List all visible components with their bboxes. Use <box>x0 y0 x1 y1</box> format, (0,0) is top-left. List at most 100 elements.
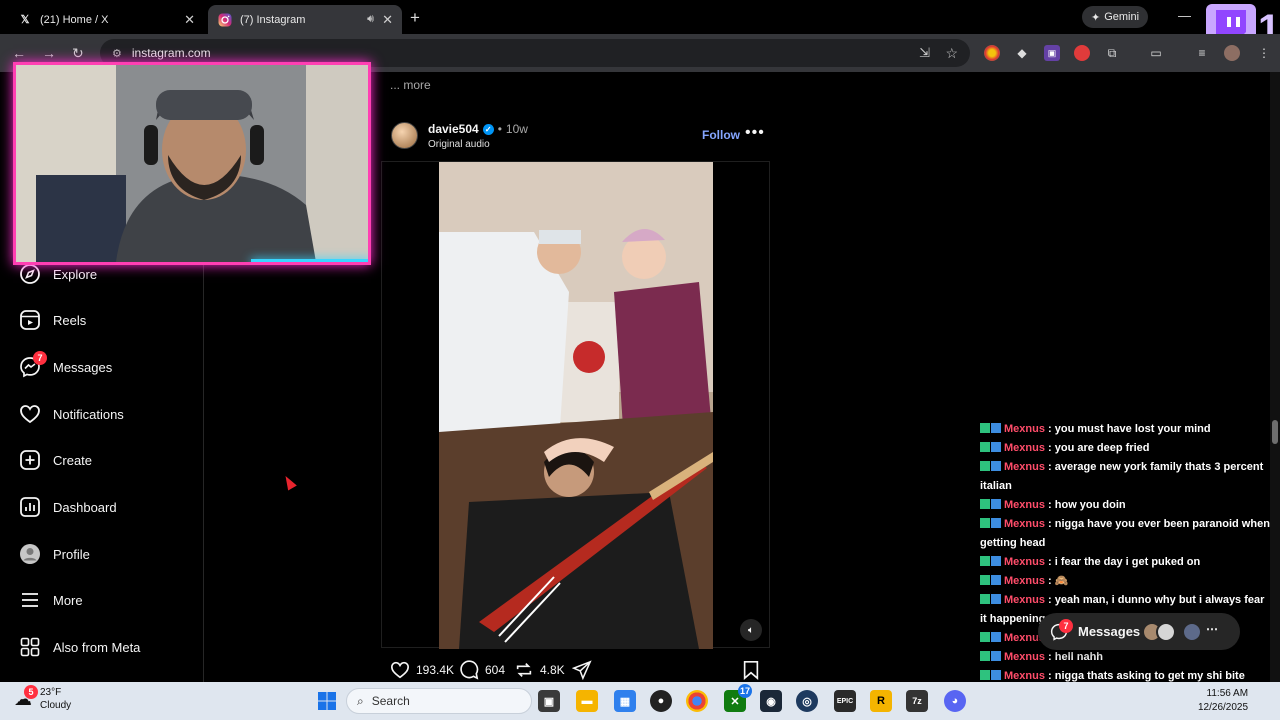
repost-button[interactable]: 4.8K <box>514 660 565 680</box>
sidebar-item-label: Explore <box>53 266 98 282</box>
chat-text: how you doin <box>1054 499 1126 511</box>
sparkle-icon: ✦ <box>1090 11 1101 24</box>
chat-badge-icon <box>991 442 1001 452</box>
chat-badge-icon <box>991 651 1001 661</box>
chat-username: Mexnus <box>1004 670 1045 682</box>
xbox-icon[interactable]: ✕ 17 <box>724 684 752 712</box>
chat-badge-icon <box>991 632 1001 642</box>
extensions-puzzle-icon[interactable]: ⧉ <box>1104 45 1120 61</box>
chat-badge-icon <box>980 461 990 471</box>
post-author-avatar[interactable] <box>391 122 418 149</box>
sidebar-item-dashboard[interactable]: Dashboard <box>18 487 117 527</box>
install-app-icon[interactable]: ⇲ <box>919 45 930 61</box>
sound-toggle-icon[interactable]: 🔈︎ <box>740 619 762 641</box>
discord-icon[interactable]: ◕ <box>944 690 966 712</box>
unread-badge: 7 <box>1059 618 1073 633</box>
post-audio-link[interactable]: Original audio <box>428 139 490 150</box>
chat-username: Mexnus <box>1004 594 1045 606</box>
sidebar-item-messages[interactable]: 7 Messages <box>18 347 112 387</box>
send-icon <box>572 660 592 680</box>
site-info-icon[interactable]: ⚙︎ <box>112 47 122 60</box>
comment-button[interactable]: 604 <box>459 660 505 680</box>
app-icon[interactable]: ● <box>650 690 672 712</box>
back-arrow-icon[interactable]: ← <box>12 45 26 61</box>
close-tab-icon[interactable]: ✕ <box>184 12 195 28</box>
extension-color-icon[interactable] <box>984 45 1000 61</box>
windows-taskbar: ☁︎ 5 23°F Cloudy ⌕ Search ▣ ▬ ▦ ● ✕ 17 ◉… <box>0 682 1280 720</box>
chat-username: Mexnus <box>1004 518 1045 530</box>
chat-badge-icon <box>980 632 990 642</box>
scrollbar-thumb[interactable] <box>1272 420 1278 444</box>
tab-instagram[interactable]: (7) Instagram 🔊︎ ✕ <box>208 5 402 34</box>
extension-red-icon[interactable] <box>1074 45 1090 61</box>
tab-title: (21) Home / X <box>40 13 109 26</box>
sidebar-item-reels[interactable]: Reels <box>18 300 86 340</box>
follow-button[interactable]: Follow <box>702 128 740 142</box>
post-video[interactable]: 🔈︎ <box>381 161 770 649</box>
sidebar-item-more[interactable]: More <box>18 580 83 620</box>
gemini-button[interactable]: ✦ Gemini <box>1082 6 1148 28</box>
share-button[interactable] <box>572 660 592 680</box>
messages-pill[interactable]: 7 Messages ⋯ <box>1038 613 1240 650</box>
bookmark-star-icon[interactable]: ☆ <box>945 45 958 62</box>
repost-icon <box>516 663 532 677</box>
comment-count: 604 <box>485 663 506 677</box>
sidebar-item-profile[interactable]: Profile <box>18 534 90 574</box>
store-icon[interactable]: ▦ <box>614 690 636 712</box>
chat-message: Mexnus : i fear the day i get puked on <box>980 553 1272 572</box>
extension-twitch-icon[interactable]: ▣ <box>1044 45 1060 61</box>
taskbar-clock[interactable]: 11:56 AM 12/26/2025 <box>1198 687 1248 715</box>
7zip-icon[interactable]: 7z <box>906 690 928 712</box>
epic-games-icon[interactable]: EPIC <box>834 690 856 712</box>
chat-badge-icon <box>991 575 1001 585</box>
minimize-button[interactable]: — <box>1178 8 1191 23</box>
sidebar-item-label: Profile <box>53 546 90 562</box>
post-username[interactable]: davie504 <box>428 122 479 136</box>
chat-badge-icon <box>980 556 990 566</box>
profile-avatar[interactable] <box>1224 45 1240 61</box>
speaker-icon[interactable]: 🔊︎ <box>367 13 374 26</box>
chat-badge-icon <box>991 423 1001 433</box>
sidebar-item-label: Notifications <box>53 406 124 422</box>
chrome-icon[interactable] <box>686 690 708 712</box>
forward-arrow-icon[interactable]: → <box>42 45 56 61</box>
chat-badge-icon <box>980 423 990 433</box>
weather-condition: Cloudy <box>40 700 72 711</box>
windows-start-icon[interactable] <box>316 690 338 712</box>
weather-widget[interactable]: ☁︎ 5 23°F Cloudy <box>14 684 72 712</box>
task-view-icon[interactable]: ▣ <box>538 690 560 712</box>
chat-badge-icon <box>991 461 1001 471</box>
sidepanel-icon[interactable]: ▭ <box>1148 45 1164 61</box>
repost-count: 4.8K <box>540 663 565 677</box>
chat-username: Mexnus <box>1004 556 1045 568</box>
tab-x-home[interactable]: 𝕏 (21) Home / X ✕ <box>8 5 204 34</box>
chat-text: nigga thats asking to get my shi bite <box>1054 670 1245 682</box>
sidebar-item-notifications[interactable]: Notifications <box>18 394 124 434</box>
extension-diamond-icon[interactable]: ◆ <box>1014 45 1030 61</box>
page-scrollbar[interactable] <box>1270 72 1280 682</box>
ubisoft-icon[interactable]: ◎ <box>796 690 818 712</box>
post-header: davie504 ✓ • 10w <box>428 122 528 136</box>
like-button[interactable]: 193.4K <box>390 660 454 680</box>
rockstar-icon[interactable]: R <box>870 690 892 712</box>
chat-badge-icon <box>991 518 1001 528</box>
avatar <box>1182 622 1202 642</box>
caption-more-link[interactable]: ... more <box>390 78 431 92</box>
sidebar-item-create[interactable]: Create <box>18 440 92 480</box>
more-options-icon[interactable]: ••• <box>745 124 765 142</box>
save-button[interactable] <box>742 660 760 680</box>
sidebar-item-label: Dashboard <box>53 499 117 515</box>
file-explorer-icon[interactable]: ▬ <box>576 690 598 712</box>
reload-icon[interactable]: ↻ <box>72 45 84 62</box>
clock-time: 11:56 AM <box>1206 688 1249 699</box>
chat-message: Mexnus : hell nahh <box>980 648 1272 667</box>
chat-username: Mexnus <box>1004 423 1045 435</box>
new-tab-button[interactable]: + <box>410 8 420 28</box>
chat-text: 🙈 <box>1054 575 1069 587</box>
media-control-icon[interactable]: ≡ <box>1194 45 1210 61</box>
sidebar-item-also-from-meta[interactable]: Also from Meta <box>18 627 140 667</box>
taskbar-search[interactable]: ⌕ Search <box>346 688 532 714</box>
steam-icon[interactable]: ◉ <box>760 690 782 712</box>
close-tab-icon[interactable]: ✕ <box>382 12 393 28</box>
browser-menu-icon[interactable]: ⋮ <box>1256 45 1272 61</box>
